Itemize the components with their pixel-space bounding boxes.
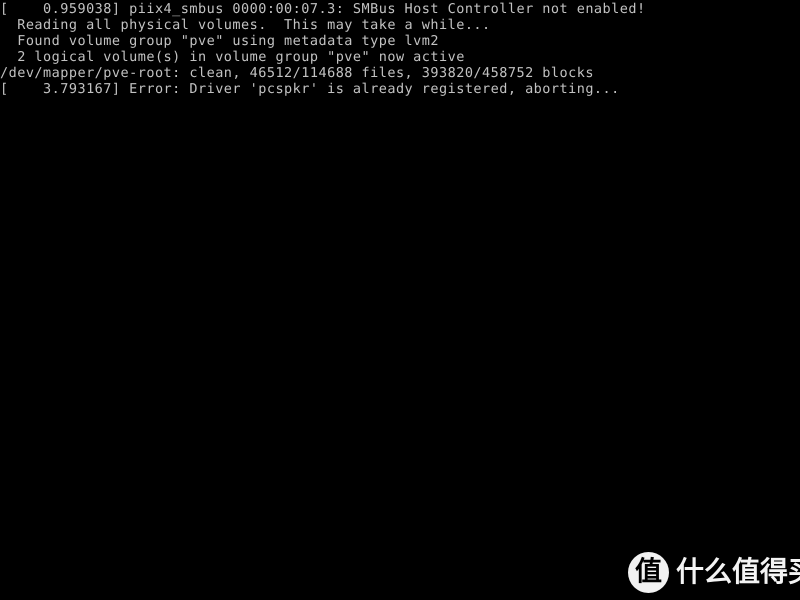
console-line: [ 3.793167] Error: Driver 'pcspkr' is al… (0, 81, 620, 97)
console-line: [ 0.959038] piix4_smbus 0000:00:07.3: SM… (0, 1, 646, 17)
smzdm-watermark: 值 什么值得买 (628, 550, 800, 594)
boot-console-log: [ 0.959038] piix4_smbus 0000:00:07.3: SM… (0, 1, 800, 97)
console-line: /dev/mapper/pve-root: clean, 46512/11468… (0, 65, 594, 81)
smzdm-watermark-text: 什么值得买 (676, 555, 800, 588)
smzdm-logo-glyph: 值 (635, 556, 662, 587)
console-line: 2 logical volume(s) in volume group "pve… (0, 49, 465, 65)
console-line: Found volume group "pve" using metadata … (0, 33, 439, 49)
smzdm-logo-icon: 值 (628, 551, 669, 593)
console-screen: [ 0.959038] piix4_smbus 0000:00:07.3: SM… (0, 0, 800, 600)
console-line: Reading all physical volumes. This may t… (0, 17, 491, 33)
